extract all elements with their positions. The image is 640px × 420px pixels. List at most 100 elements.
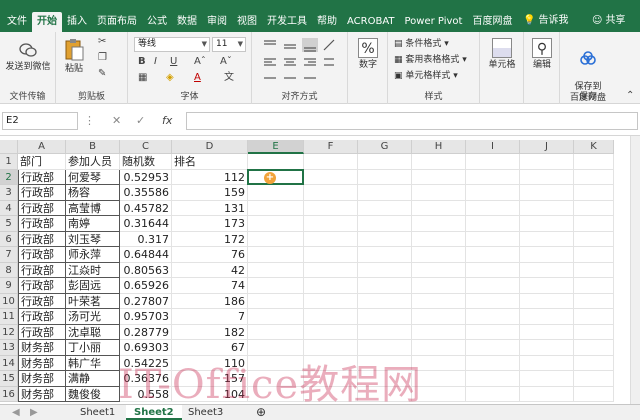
cell-D8[interactable]: 42: [172, 262, 248, 278]
cell-A4[interactable]: 行政部: [18, 200, 66, 216]
cell-K8[interactable]: [574, 262, 614, 278]
sheet-tab[interactable]: Sheet1: [72, 405, 123, 420]
cell-D11[interactable]: 7: [172, 309, 248, 325]
cell-style-button[interactable]: ▣ 单元格样式 ▾: [394, 70, 458, 82]
ribbon-tab[interactable]: 插入: [62, 12, 92, 32]
cell-J2[interactable]: [520, 169, 574, 185]
cell-A11[interactable]: 行政部: [18, 309, 66, 325]
cell-K12[interactable]: [574, 324, 614, 340]
cell-C14[interactable]: 0.54225: [120, 355, 172, 371]
cell-K10[interactable]: [574, 293, 614, 309]
cell-C8[interactable]: 0.80563: [120, 262, 172, 278]
cell-I7[interactable]: [466, 247, 520, 263]
cell-D6[interactable]: 172: [172, 231, 248, 247]
cell-J7[interactable]: [520, 247, 574, 263]
cell-J3[interactable]: [520, 185, 574, 201]
row-header[interactable]: 10: [0, 293, 18, 309]
cell-G10[interactable]: [358, 293, 412, 309]
fill-color-icon[interactable]: ◈: [166, 72, 174, 84]
cell-E12[interactable]: [248, 324, 304, 340]
border-icon[interactable]: ▦: [138, 72, 147, 84]
font-name-combo[interactable]: 等线 ▼: [134, 37, 210, 52]
cell-E13[interactable]: [248, 340, 304, 356]
ribbon-tab[interactable]: 公式: [142, 12, 172, 32]
cell-D15[interactable]: 157: [172, 371, 248, 387]
cell-G13[interactable]: [358, 340, 412, 356]
row-header[interactable]: 11: [0, 309, 18, 325]
cell-H13[interactable]: [412, 340, 466, 356]
cell-B15[interactable]: 满静: [66, 371, 120, 387]
column-header[interactable]: B: [66, 140, 120, 154]
cell-D14[interactable]: 110: [172, 355, 248, 371]
cell-B10[interactable]: 叶荣茗: [66, 293, 120, 309]
cell-A13[interactable]: 财务部: [18, 340, 66, 356]
cell-G16[interactable]: [358, 386, 412, 402]
cell-C11[interactable]: 0.95703: [120, 309, 172, 325]
cell-I10[interactable]: [466, 293, 520, 309]
add-sheet-icon[interactable]: ⊕: [248, 405, 274, 420]
cell-H11[interactable]: [412, 309, 466, 325]
row-header[interactable]: 7: [0, 247, 18, 263]
cell-B6[interactable]: 刘玉琴: [66, 231, 120, 247]
row-header[interactable]: 16: [0, 386, 18, 402]
cell-K15[interactable]: [574, 371, 614, 387]
cell-D2[interactable]: 112: [172, 169, 248, 185]
column-header[interactable]: K: [574, 140, 614, 154]
row-header[interactable]: 3: [0, 185, 18, 201]
cell-D13[interactable]: 67: [172, 340, 248, 356]
format-painter-icon[interactable]: ✎: [98, 68, 106, 80]
ribbon-tab[interactable]: 审阅: [202, 12, 232, 32]
cell-H9[interactable]: [412, 278, 466, 294]
cell-H8[interactable]: [412, 262, 466, 278]
cell-I14[interactable]: [466, 355, 520, 371]
next-sheet-icon[interactable]: ▶: [22, 405, 46, 420]
ribbon-tab[interactable]: 文件: [2, 12, 32, 32]
cell-E16[interactable]: [248, 386, 304, 402]
cut-icon[interactable]: ✂: [98, 36, 106, 48]
cell-D9[interactable]: 74: [172, 278, 248, 294]
cell-I15[interactable]: [466, 371, 520, 387]
cell-G11[interactable]: [358, 309, 412, 325]
row-header[interactable]: 15: [0, 371, 18, 387]
cell-C9[interactable]: 0.65926: [120, 278, 172, 294]
cell-D1[interactable]: 排名: [172, 154, 248, 170]
column-header[interactable]: H: [412, 140, 466, 154]
cell-E9[interactable]: [248, 278, 304, 294]
cell-A14[interactable]: 财务部: [18, 355, 66, 371]
ribbon-tab[interactable]: 视图: [232, 12, 262, 32]
cell-J10[interactable]: [520, 293, 574, 309]
cell-A8[interactable]: 行政部: [18, 262, 66, 278]
row-header[interactable]: 8: [0, 262, 18, 278]
table-format-button[interactable]: ▦ 套用表格格式 ▾: [394, 54, 467, 66]
alignment-icons[interactable]: [262, 38, 338, 88]
column-header[interactable]: E: [248, 140, 304, 154]
row-header[interactable]: 1: [0, 154, 18, 170]
cell-J12[interactable]: [520, 324, 574, 340]
cell-J8[interactable]: [520, 262, 574, 278]
cell-C3[interactable]: 0.35586: [120, 185, 172, 201]
cell-G6[interactable]: [358, 231, 412, 247]
ribbon-tab[interactable]: 开始: [32, 12, 62, 32]
cell-F7[interactable]: [304, 247, 358, 263]
cell-I4[interactable]: [466, 200, 520, 216]
cell-H12[interactable]: [412, 324, 466, 340]
cell-J1[interactable]: [520, 154, 574, 170]
cell-E10[interactable]: [248, 293, 304, 309]
cell-I3[interactable]: [466, 185, 520, 201]
column-header[interactable]: J: [520, 140, 574, 154]
cell-G14[interactable]: [358, 355, 412, 371]
cell-K9[interactable]: [574, 278, 614, 294]
cell-B12[interactable]: 沈卓聪: [66, 324, 120, 340]
cell-K6[interactable]: [574, 231, 614, 247]
sheet-tab[interactable]: Sheet3: [180, 405, 231, 420]
cell-A1[interactable]: 部门: [18, 154, 66, 170]
cell-F1[interactable]: [304, 154, 358, 170]
cell-J15[interactable]: [520, 371, 574, 387]
cell-G4[interactable]: [358, 200, 412, 216]
cell-D5[interactable]: 173: [172, 216, 248, 232]
ribbon-tab[interactable]: 开发工具: [262, 12, 312, 32]
check-icon[interactable]: ✓: [136, 112, 145, 130]
cell-F10[interactable]: [304, 293, 358, 309]
cell-B13[interactable]: 丁小丽: [66, 340, 120, 356]
cell-K5[interactable]: [574, 216, 614, 232]
